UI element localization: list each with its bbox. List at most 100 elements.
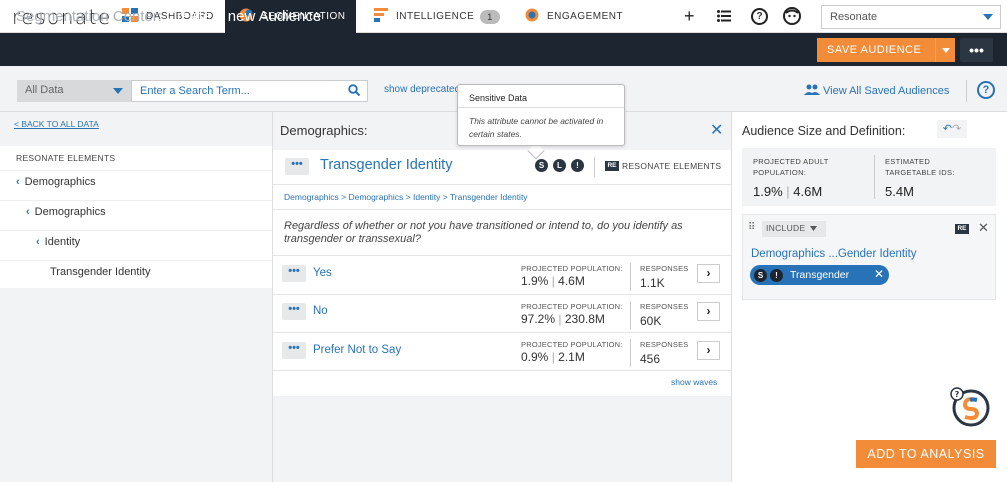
population-count: 230.8M: [564, 312, 605, 326]
tree-item-label: Demographics: [24, 176, 96, 188]
tree-item-identity[interactable]: ‹ Identity: [36, 236, 80, 248]
search-icon[interactable]: [348, 84, 361, 99]
chevron-down-icon: [941, 47, 950, 53]
attribute-title: Transgender Identity: [320, 157, 453, 173]
show-deprecated-link[interactable]: show deprecated: [384, 84, 458, 95]
tree-item-demographics[interactable]: ‹ Demographics: [16, 176, 96, 188]
sensitive-flag-icon[interactable]: S: [535, 159, 548, 172]
user-icon[interactable]: [783, 7, 801, 28]
warning-flag-icon: !: [770, 268, 783, 282]
responses-value: 60K: [640, 314, 662, 328]
org-select[interactable]: Resonate: [821, 5, 1001, 29]
attribute-path[interactable]: Demographics > Demographics > Identity >…: [284, 192, 528, 202]
adult-pct: 1.9%: [753, 184, 783, 199]
divider: [0, 260, 272, 261]
responses-caption: RESPONSES: [640, 340, 689, 349]
page-title-prefix: Segmentation Center:: [16, 8, 162, 25]
sensitive-flag-icon: S: [754, 268, 767, 282]
answer-label: Prefer Not to Say: [313, 344, 402, 356]
tab-intelligence-label: INTELLIGENCE: [396, 11, 475, 22]
chip-remove-icon[interactable]: ✕: [874, 267, 884, 281]
divider: [630, 339, 631, 367]
save-audience-label: SAVE AUDIENCE: [827, 44, 922, 56]
answer-row-no[interactable]: [273, 295, 731, 333]
population-pct: 0.9%: [521, 350, 549, 364]
answer-options-button[interactable]: •••: [282, 265, 306, 282]
panel-title: Demographics:: [280, 123, 368, 138]
more-options-button[interactable]: •••: [960, 38, 993, 62]
tree-item-transgender-identity[interactable]: Transgender Identity: [50, 266, 150, 278]
remove-rule-icon[interactable]: ✕: [978, 220, 989, 236]
responses-value: 1.1K: [640, 276, 665, 290]
intelligence-icon: [374, 8, 388, 25]
org-select-value: Resonate: [830, 11, 878, 23]
include-select[interactable]: INCLUDE: [762, 221, 826, 237]
chevron-right-icon[interactable]: ›: [697, 264, 720, 283]
answer-label: Yes: [313, 267, 332, 279]
tooltip-body: This attribute cannot be activated in ce…: [469, 116, 604, 139]
answer-label: No: [313, 305, 328, 317]
chevron-down-icon: [983, 14, 993, 20]
chevron-left-icon: ‹: [26, 206, 30, 218]
answer-options-button[interactable]: •••: [282, 342, 306, 359]
show-waves-link[interactable]: show waves: [671, 377, 717, 387]
view-all-saved-audiences-link[interactable]: View All Saved Audiences: [804, 84, 949, 97]
population-caption: PROJECTED POPULATION:: [521, 340, 623, 349]
tab-intelligence[interactable]: INTELLIGENCE 1: [374, 0, 504, 33]
divider: [273, 370, 731, 371]
page-title-main: Create a new Audience: [166, 8, 322, 25]
warning-flag-icon[interactable]: !: [571, 159, 584, 172]
targetable-ids-value: 5.4M: [885, 184, 914, 199]
undo-redo-control[interactable]: ↶↷: [937, 120, 967, 138]
divider: [0, 200, 272, 201]
source-label: RESONATE ELEMENTS: [622, 161, 722, 171]
audience-size-title: Audience Size and Definition:: [742, 124, 906, 138]
resonate-elements-badge: RE: [955, 224, 969, 234]
targetable-ids-caption: ESTIMATED TARGETABLE IDS:: [885, 157, 955, 177]
divider: [0, 230, 272, 231]
divider: [630, 263, 631, 291]
redo-icon[interactable]: ↷: [952, 123, 961, 135]
plus-icon[interactable]: +: [684, 6, 695, 27]
list-icon[interactable]: [717, 10, 731, 25]
tab-engagement-label: ENGAGEMENT: [547, 11, 624, 22]
back-to-all-data-link[interactable]: < BACK TO ALL DATA: [14, 119, 99, 129]
adult-pop: 4.6M: [793, 184, 823, 199]
population-count: 2.1M: [558, 350, 585, 364]
resonate-assistant-icon[interactable]: ?: [948, 385, 990, 427]
undo-icon[interactable]: ↶: [943, 123, 952, 135]
view-all-label: View All Saved Audiences: [823, 85, 950, 97]
rule-attribute-name[interactable]: Demographics ...Gender Identity: [751, 248, 917, 260]
chevron-down-icon: [113, 88, 123, 94]
population-value: 0.9% | 2.1M: [521, 350, 585, 364]
divider: [630, 301, 631, 329]
save-audience-button[interactable]: SAVE AUDIENCE: [817, 38, 955, 62]
data-scope-select[interactable]: All Data: [17, 80, 131, 102]
chevron-left-icon: ‹: [16, 176, 20, 188]
drag-handle-icon[interactable]: ⠿: [748, 222, 755, 233]
add-to-analysis-button[interactable]: ADD TO ANALYSIS: [856, 440, 996, 468]
divider: [0, 170, 272, 171]
sensitive-data-tooltip: Sensitive Data This attribute cannot be …: [457, 84, 625, 146]
engagement-icon: [525, 8, 539, 25]
svg-text:?: ?: [955, 390, 960, 399]
legal-flag-icon[interactable]: L: [553, 159, 566, 172]
answer-options-button[interactable]: •••: [282, 303, 306, 320]
tree-item-demographics-sub[interactable]: ‹ Demographics: [26, 206, 106, 218]
tree-item-label: Identity: [44, 236, 81, 248]
save-dropdown-toggle[interactable]: [935, 38, 955, 62]
help-icon[interactable]: ?: [977, 81, 995, 99]
population-value: 1.9% | 4.6M: [521, 274, 585, 288]
answer-chip[interactable]: S ! Transgender ✕: [750, 265, 889, 285]
chevron-down-icon: [810, 226, 818, 231]
chevron-right-icon[interactable]: ›: [697, 341, 720, 360]
tooltip-title: Sensitive Data: [469, 93, 528, 103]
chevron-right-icon[interactable]: ›: [697, 302, 720, 321]
help-icon[interactable]: ?: [751, 8, 768, 25]
tab-engagement[interactable]: ENGAGEMENT: [525, 0, 635, 33]
divider: [966, 80, 967, 102]
search-input[interactable]: Enter a Search Term...: [131, 80, 368, 102]
attribute-options-button[interactable]: •••: [285, 158, 309, 175]
responses-value: 456: [640, 352, 661, 366]
close-icon[interactable]: ✕: [710, 120, 723, 140]
